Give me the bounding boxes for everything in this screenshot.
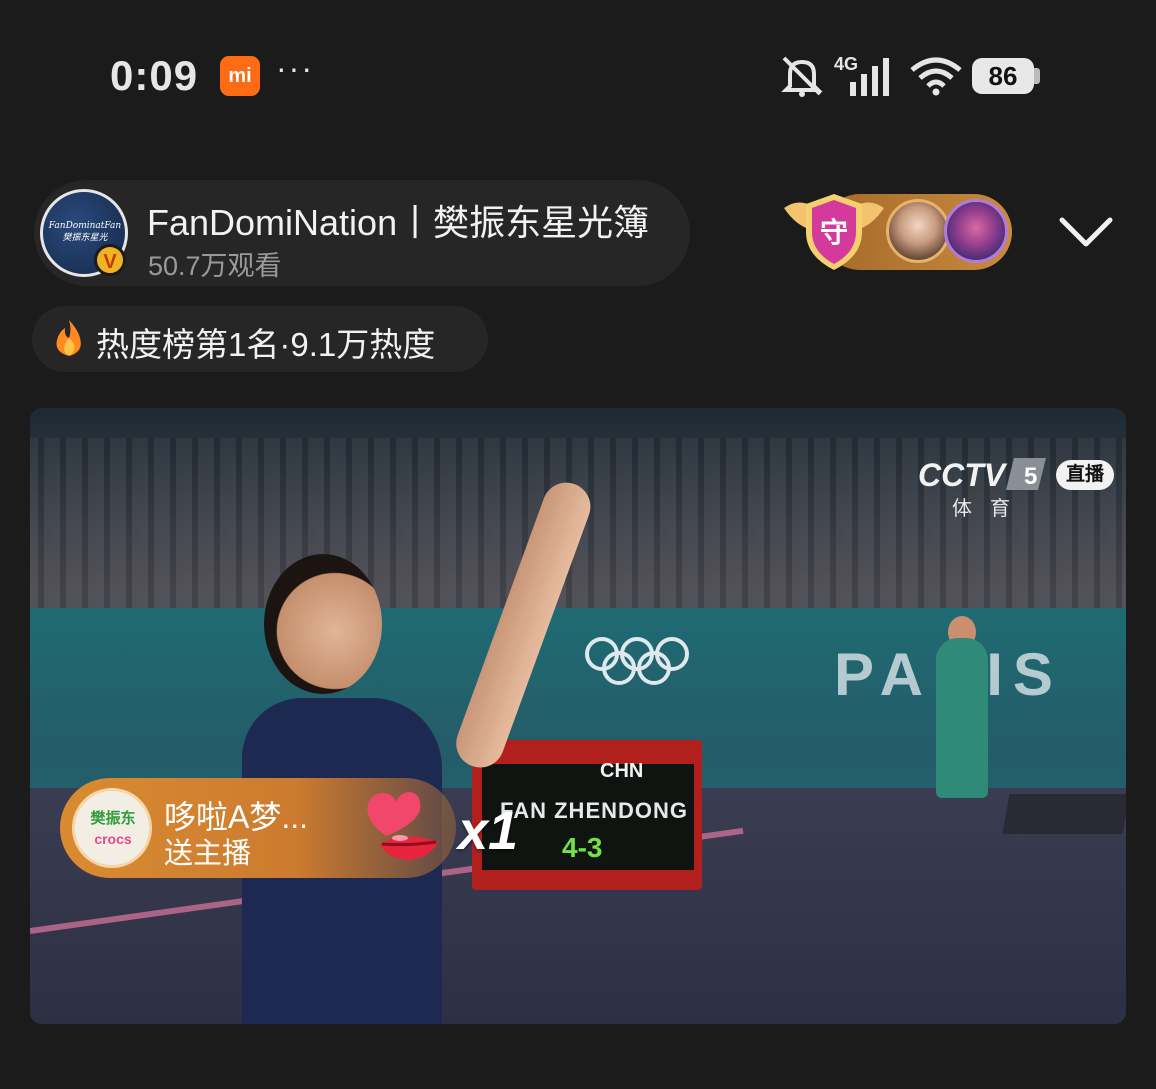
battery-tip	[1034, 68, 1040, 84]
gift-count: x1	[458, 801, 519, 861]
live-tag: 直播	[1056, 460, 1114, 490]
cctv5-logo-icon: CCTV 5	[918, 457, 1046, 493]
mi-notification-icon: mi	[220, 56, 260, 96]
avatar-logo-text: FanDominatFan 樊振东星光	[48, 221, 122, 243]
top-viewer-avatar-2[interactable]	[944, 199, 1008, 263]
channel-name: FanDomiNation丨樊振东星光簿	[147, 202, 650, 243]
gift-avatar-text-bottom: crocs	[94, 831, 132, 847]
flame-icon	[56, 320, 81, 356]
player-head	[264, 554, 382, 694]
top-viewer-avatar-1[interactable]	[886, 199, 950, 263]
channel-number: 5	[1024, 463, 1037, 490]
olympic-rings-icon	[585, 637, 689, 685]
chevron-down-icon[interactable]	[1058, 212, 1114, 252]
wifi-icon	[910, 57, 962, 96]
network-type: 4G	[834, 54, 858, 74]
guard-badge-icon: 守	[784, 194, 884, 270]
guard-ranking[interactable]: 守	[782, 190, 1012, 274]
heart-kiss-icon	[367, 792, 438, 860]
verified-badge-icon: V	[94, 244, 126, 276]
status-time: 0:09	[110, 52, 199, 99]
table-tennis-table	[1002, 794, 1126, 834]
sports-label: 体育	[952, 498, 1028, 520]
more-notifications-icon: ···	[276, 50, 314, 86]
scoreboard-score: 4-3	[562, 832, 603, 863]
live-video-player[interactable]: PARIS CHN FAN ZHENDONG 4-3 CCTV 5 直播 体育	[30, 408, 1126, 1024]
status-bar: 0:09 mi ··· 4G 86	[0, 0, 1156, 150]
broadcaster-name: CCTV	[918, 457, 1008, 493]
battery-icon: 86	[972, 58, 1034, 94]
signal-icon: 4G	[834, 54, 889, 96]
gift-action-text: 送主播	[164, 838, 252, 870]
scoreboard-country: CHN	[600, 760, 644, 782]
referee-figure	[936, 638, 988, 798]
guard-badge-label: 守	[820, 216, 848, 249]
scoreboard-player: FAN ZHENDONG	[500, 798, 688, 823]
viewer-count: 50.7万观看	[148, 251, 282, 281]
gift-sender-avatar[interactable]: 樊振东 crocs	[72, 788, 152, 868]
mute-icon	[781, 56, 823, 97]
gift-avatar-text-top: 樊振东	[90, 810, 136, 827]
heat-rank-text: 热度榜第1名·9.1万热度	[96, 326, 436, 363]
